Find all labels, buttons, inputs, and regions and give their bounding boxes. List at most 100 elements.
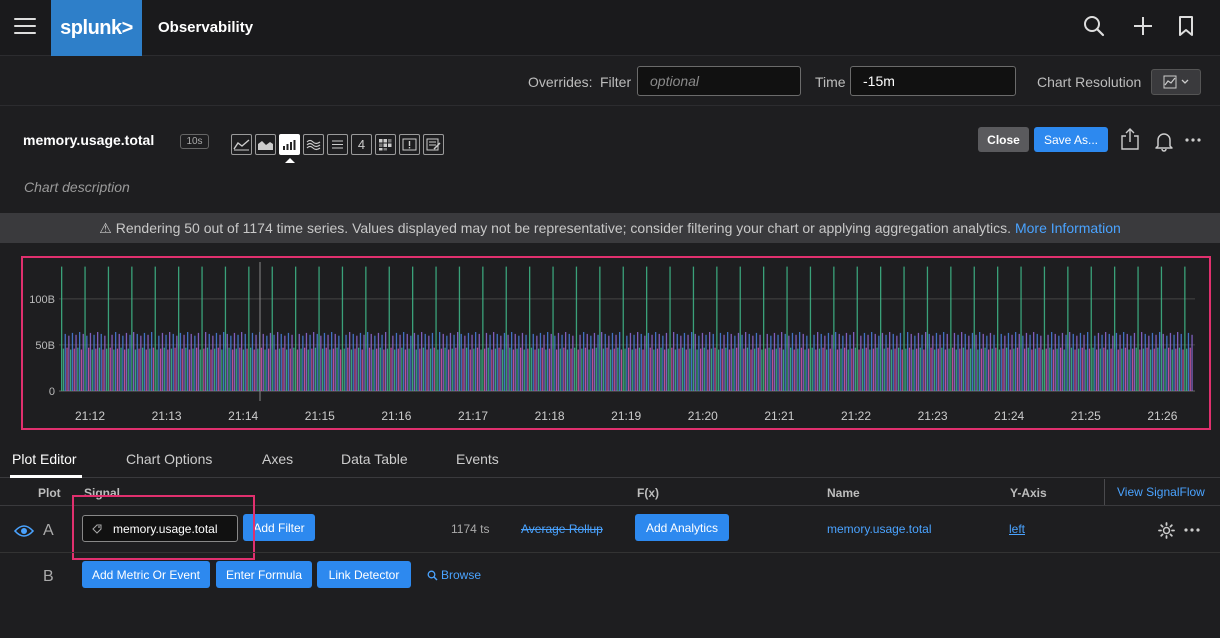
bar <box>584 347 587 391</box>
bar <box>480 349 482 391</box>
bar <box>797 348 799 391</box>
close-button[interactable]: Close <box>978 127 1029 152</box>
single-value-icon[interactable]: 4 <box>351 134 372 155</box>
y-tick-label: 50B <box>35 340 55 352</box>
bar <box>370 333 372 391</box>
bar <box>482 266 484 391</box>
chart-title[interactable]: memory.usage.total <box>23 132 154 148</box>
bar <box>145 349 147 391</box>
link-detector-button[interactable]: Link Detector <box>317 561 411 588</box>
more-information-link[interactable]: More Information <box>1015 220 1121 236</box>
chart-area[interactable]: 0 50B 100B 21:12 21:13 21:14 21:15 21:16 21:17 21… <box>21 256 1211 430</box>
bar <box>287 332 290 391</box>
bar <box>1067 266 1069 391</box>
line-chart-icon[interactable] <box>231 134 252 155</box>
text-note-icon[interactable] <box>423 134 444 155</box>
plot-name-link[interactable]: memory.usage.total <box>827 522 932 536</box>
bar <box>791 332 794 391</box>
more-options-icon[interactable] <box>1185 138 1201 142</box>
histogram-icon[interactable] <box>303 134 324 155</box>
bar <box>394 349 396 391</box>
bar <box>815 349 817 391</box>
rollup-link[interactable]: Average Rollup <box>521 522 603 536</box>
bar <box>79 332 81 391</box>
tab-chart-options[interactable]: Chart Options <box>126 451 212 467</box>
bar <box>892 333 894 391</box>
chart-resolution-dropdown[interactable] <box>1151 69 1201 95</box>
bar <box>217 347 219 391</box>
time-input[interactable] <box>850 66 1016 96</box>
bar <box>318 266 320 391</box>
bar <box>417 334 419 391</box>
bar <box>943 332 945 391</box>
tab-events[interactable]: Events <box>456 451 499 467</box>
bar <box>656 348 659 391</box>
bar <box>1013 348 1015 391</box>
bar <box>1027 347 1029 391</box>
bar <box>253 349 255 391</box>
bar <box>1184 266 1186 391</box>
bar <box>413 332 416 391</box>
share-icon[interactable] <box>1121 128 1139 150</box>
bar <box>930 347 932 391</box>
bell-icon[interactable] <box>1154 130 1174 152</box>
bar <box>894 348 896 391</box>
bar <box>703 347 705 391</box>
bar <box>1016 347 1019 391</box>
bar <box>284 335 286 391</box>
bar <box>577 349 579 391</box>
bar <box>367 332 369 391</box>
bar <box>554 335 556 391</box>
splunk-logo[interactable]: splunk> <box>51 0 142 56</box>
bar <box>581 348 583 391</box>
bar <box>606 347 608 391</box>
heatmap-icon[interactable] <box>375 134 396 155</box>
event-feed-icon[interactable] <box>399 134 420 155</box>
add-filter-button[interactable]: Add Filter <box>243 514 315 541</box>
bar <box>910 333 912 391</box>
bar <box>736 347 738 391</box>
bar <box>788 335 790 391</box>
bar <box>372 349 374 391</box>
column-chart-icon[interactable] <box>279 134 300 155</box>
row-more-options-icon[interactable] <box>1184 528 1200 532</box>
bar <box>329 349 331 391</box>
search-icon[interactable] <box>1082 14 1106 38</box>
bar <box>424 333 426 391</box>
filter-input[interactable] <box>637 66 801 96</box>
bar <box>835 332 837 391</box>
bar <box>273 334 275 391</box>
add-analytics-button[interactable]: Add Analytics <box>635 514 729 541</box>
bar <box>388 266 390 391</box>
bar <box>863 332 866 391</box>
bar <box>476 347 479 391</box>
add-metric-button[interactable]: Add Metric Or Event <box>82 561 210 588</box>
chart-description[interactable]: Chart description <box>24 179 130 195</box>
plus-icon[interactable] <box>1131 14 1155 38</box>
view-signalflow-link[interactable]: View SignalFlow <box>1117 485 1205 499</box>
bar <box>113 349 115 391</box>
y-tick-label: 100B <box>29 294 55 306</box>
yaxis-link[interactable]: left <box>1009 522 1025 536</box>
eye-icon[interactable] <box>14 524 34 538</box>
menu-icon[interactable] <box>14 18 36 36</box>
area-chart-icon[interactable] <box>255 134 276 155</box>
save-as-button[interactable]: Save As... <box>1034 127 1108 152</box>
list-icon[interactable] <box>327 134 348 155</box>
enter-formula-button[interactable]: Enter Formula <box>216 561 312 588</box>
bar <box>1139 349 1141 391</box>
gear-icon[interactable] <box>1158 522 1175 539</box>
tab-plot-editor[interactable]: Plot Editor <box>12 451 77 467</box>
bar <box>928 333 930 391</box>
signal-field[interactable]: memory.usage.total <box>82 515 238 542</box>
tab-axes[interactable]: Axes <box>262 451 293 467</box>
bar <box>1079 332 1082 391</box>
plot-column-header: Plot <box>38 486 61 500</box>
bar <box>968 335 970 391</box>
bar <box>1153 348 1155 391</box>
bar <box>152 347 155 391</box>
browse-link[interactable]: Browse <box>427 568 481 582</box>
bar <box>777 334 779 391</box>
tab-data-table[interactable]: Data Table <box>341 451 408 467</box>
bookmark-icon[interactable] <box>1174 14 1198 38</box>
